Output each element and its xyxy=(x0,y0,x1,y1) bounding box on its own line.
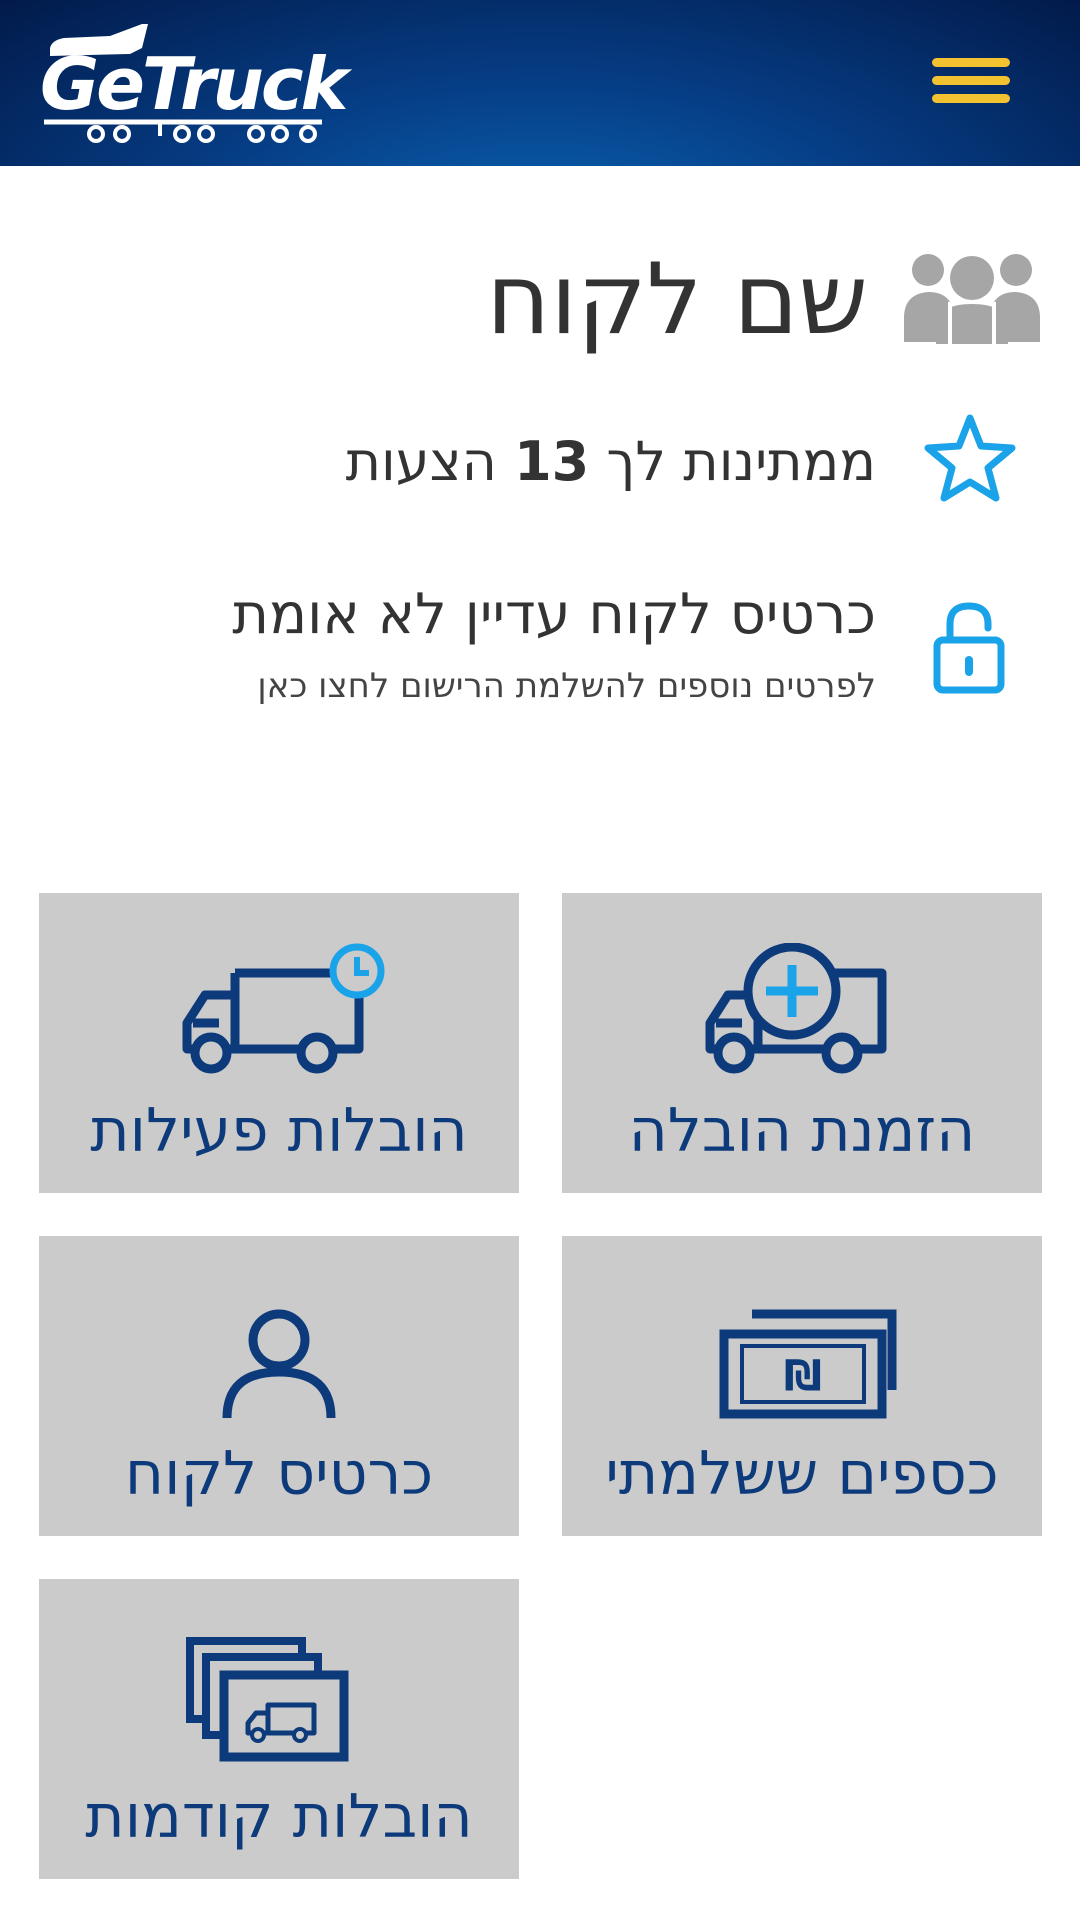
lock-icon xyxy=(933,602,1005,694)
hamburger-menu-icon-bar-3 xyxy=(932,94,1010,103)
truck-clock-icon xyxy=(182,943,385,1074)
hamburger-menu-button[interactable] xyxy=(928,52,1014,112)
pending-offers-text[interactable]: ממתינות לך 13 הצעות xyxy=(346,430,876,494)
hamburger-menu-icon-bar-1 xyxy=(932,58,1010,67)
user-icon xyxy=(222,1309,336,1419)
order-transport-tile[interactable]: הזמנת הובלה xyxy=(562,893,1042,1193)
order-transport-label: הזמנת הובלה xyxy=(628,1096,976,1166)
complete-registration-link[interactable]: לפרטים נוספים להשלמת הרישום לחצו כאן xyxy=(257,664,876,708)
customer-card-label: כרטיס לקוח xyxy=(124,1439,434,1509)
hamburger-menu-icon-bar-2 xyxy=(932,76,1010,85)
customer-name: שם לקוח xyxy=(486,243,868,357)
truck-cards-stack-icon xyxy=(186,1637,349,1762)
logo-text: GeTruck xyxy=(40,42,348,126)
truck-plus-icon xyxy=(705,943,887,1074)
payments-tile[interactable]: ₪ כספים ששלמתי xyxy=(562,1236,1042,1536)
svg-text:₪: ₪ xyxy=(784,1351,822,1400)
users-icon xyxy=(904,254,1040,344)
app-header: GeTruck xyxy=(0,0,1080,166)
payments-label: כספים ששלמתי xyxy=(605,1439,999,1509)
shekel-bills-icon: ₪ xyxy=(719,1309,897,1419)
previous-transports-tile[interactable]: הובלות קודמות xyxy=(39,1579,519,1879)
getruck-logo: GeTruck xyxy=(40,18,348,148)
offers-suffix: הצעות xyxy=(345,430,497,493)
verification-status-title: כרטיס לקוח עדיין לא אומת xyxy=(232,582,876,647)
active-transports-label: הובלות פעילות xyxy=(90,1096,468,1166)
star-icon[interactable] xyxy=(924,414,1016,502)
offers-count: 13 xyxy=(514,430,590,493)
previous-transports-label: הובלות קודמות xyxy=(85,1782,473,1852)
active-transports-tile[interactable]: הובלות פעילות xyxy=(39,893,519,1193)
customer-card-tile[interactable]: כרטיס לקוח xyxy=(39,1236,519,1536)
offers-prefix: ממתינות לך xyxy=(606,430,876,493)
